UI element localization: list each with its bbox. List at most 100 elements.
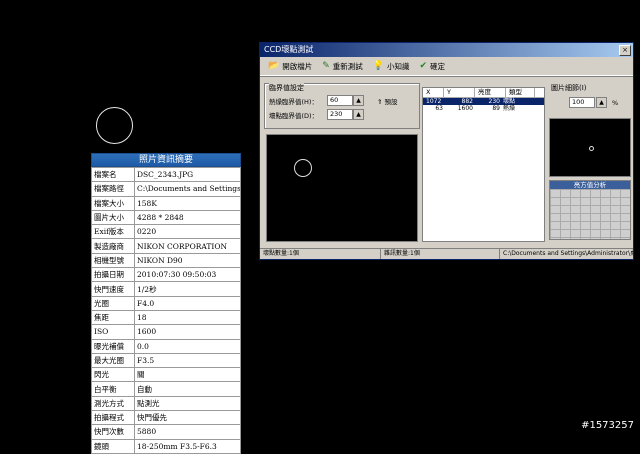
list-row[interactable]: 1072 882 230 壞點 (423, 98, 544, 105)
dialog-titlebar[interactable]: CCD壞點測試 × (260, 43, 633, 57)
dialog-title: CCD壞點測試 (264, 45, 314, 54)
info-key: 圖片大小 (91, 209, 135, 226)
hot-spinner[interactable]: ▲ (353, 95, 364, 106)
row-x: 1072 (426, 98, 442, 105)
dead-threshold-label: 壞點臨界值(D)： (269, 112, 319, 120)
info-row: 檔案路徑C:\Documents and Settings\Adm (91, 181, 241, 197)
dead-threshold-input[interactable]: 230 (327, 109, 353, 120)
zoom-unit: % (612, 99, 619, 107)
detail-dot (589, 146, 594, 151)
info-value: 關 (134, 367, 241, 383)
preview-circle (294, 159, 312, 177)
preset-label: 預設 (384, 98, 398, 106)
tips-label: 小知識 (386, 61, 410, 71)
info-key: 焦距 (91, 309, 135, 326)
info-value: NIKON D90 (134, 252, 241, 269)
info-key: 拍攝程式 (91, 410, 135, 426)
info-key: 檔案大小 (91, 195, 135, 211)
info-value: 18-250mm F3.5-F6.3 (134, 438, 241, 454)
row-type: 熱燥 (503, 105, 516, 112)
open-file-label: 開啟檔片 (282, 61, 313, 71)
lightbulb-icon: 💡 (372, 60, 384, 71)
info-row: 檔案名 DSC_2343.JPG (91, 166, 241, 183)
row-x: 63 (435, 105, 443, 112)
info-value: 4288 * 2848 (134, 209, 241, 226)
hot-threshold-label: 熱燥臨界值(H)： (269, 98, 318, 106)
highlight-circle (96, 107, 133, 144)
info-row: 相機型號 NIKON D90 (91, 252, 241, 269)
info-table: 檔案名 DSC_2343.JPG 檔案路徑 C:\Documents and Sett… (91, 166, 241, 454)
info-row: Exif版本 0220 (91, 224, 241, 240)
dead-spinner[interactable]: ▲ (353, 109, 364, 120)
info-key: 光圈 (91, 295, 135, 311)
row-brightness: 230 (488, 98, 500, 105)
info-value: C:\Documents and Settings\Adm (134, 181, 241, 197)
info-value: F4.0 (134, 295, 241, 311)
zoom-input[interactable]: 100 (569, 97, 595, 108)
zoom-spinner[interactable]: ▲ (596, 97, 607, 108)
info-key: 相機型號 (91, 252, 135, 269)
info-key: 檔案路徑 (91, 181, 135, 197)
hot-count: 雜訊數量:1個 (381, 249, 500, 259)
preset-button[interactable]: ⇑ 預設 (377, 96, 398, 106)
info-value: 5880 (134, 424, 241, 440)
pixel-list[interactable]: X Y 亮度 類型 1072 882 230 壞點 63 1600 89 熱燥 (422, 87, 545, 242)
info-panel-title: 照片資訊摘要 (91, 153, 241, 167)
retest-label: 重新測試 (332, 61, 363, 71)
ok-button[interactable]: ✔ 確定 (419, 61, 445, 72)
info-key: 最大光圈 (91, 352, 135, 369)
info-key: 閃光 (91, 367, 135, 383)
col-y[interactable]: Y (444, 88, 475, 97)
retest-button[interactable]: ✎ 重新測試 (322, 61, 363, 72)
info-row: 閃光關 (91, 367, 241, 383)
info-value: F3.5 (134, 352, 241, 369)
histogram-title: 亮方值分析 (550, 181, 630, 189)
row-brightness: 89 (492, 105, 500, 112)
info-row: 測光方式 點測光 (91, 395, 241, 412)
ok-label: 確定 (430, 61, 446, 71)
row-y: 882 (461, 98, 473, 105)
col-type[interactable]: 類型 (506, 88, 535, 97)
photo-info-panel: 照片資訊摘要 檔案名 DSC_2343.JPG 檔案路徑 C:\Documents a… (91, 153, 241, 454)
checkmark-icon: ✔ (419, 60, 428, 71)
close-button[interactable]: × (619, 45, 631, 56)
info-key: 製造廠商 (91, 238, 135, 254)
info-row: 拍攝程式 快門優先 (91, 410, 241, 426)
hot-threshold-input[interactable]: 60 (327, 95, 353, 106)
threshold-group: 臨界值設定 熱燥臨界值(H)： 60 ▲ 壞點臨界值(D)： 230 ▲ ⇑ 預… (264, 83, 420, 129)
info-value: 0220 (134, 224, 241, 240)
pencil-icon: ✎ (322, 60, 330, 71)
info-key: 測光方式 (91, 395, 135, 412)
info-row: 檔案大小 158K (91, 195, 241, 211)
info-key: 拍攝日期 (91, 267, 135, 283)
info-value: NIKON CORPORATION (134, 238, 241, 254)
info-value: 1600 (134, 324, 241, 340)
info-row: 鏡頭 18-250mm F3.5-F6.3 (91, 438, 241, 454)
info-key: Exif版本 (91, 224, 135, 240)
info-row: 製造廠商 NIKON CORPORATION (91, 238, 241, 254)
row-type: 壞點 (503, 98, 516, 105)
info-row: 白平衡 自動 (91, 381, 241, 397)
open-file-button[interactable]: 📂 開啟檔片 (268, 61, 312, 72)
info-key: 快門次數 (91, 424, 135, 440)
info-value: 1/2秒 (134, 281, 241, 297)
info-value: 18 (134, 309, 241, 326)
histogram-grid (550, 189, 630, 239)
tips-button[interactable]: 💡 小知識 (373, 61, 410, 72)
threshold-group-label: 臨界值設定 (269, 83, 304, 93)
col-x[interactable]: X (423, 88, 444, 97)
list-row[interactable]: 63 1600 89 熱燥 (423, 105, 544, 112)
list-header: X Y 亮度 類型 (423, 88, 544, 98)
info-key: 鏡頭 (91, 438, 135, 454)
row-y: 1600 (457, 105, 473, 112)
info-value: 點測光 (134, 395, 241, 412)
info-value: 158K (134, 195, 241, 211)
info-value: 2010:07:30 09:50:03 (134, 267, 241, 283)
info-row: 光圈 F4.0 (91, 295, 241, 311)
col-brightness[interactable]: 亮度 (475, 88, 506, 97)
info-key: 曝光補償 (91, 338, 135, 354)
info-value: 0.0 (134, 338, 241, 354)
info-row: 拍攝日期 2010:07:30 09:50:03 (91, 267, 241, 283)
info-value: DSC_2343.JPG (134, 166, 241, 183)
info-key: 白平衡 (91, 381, 135, 397)
